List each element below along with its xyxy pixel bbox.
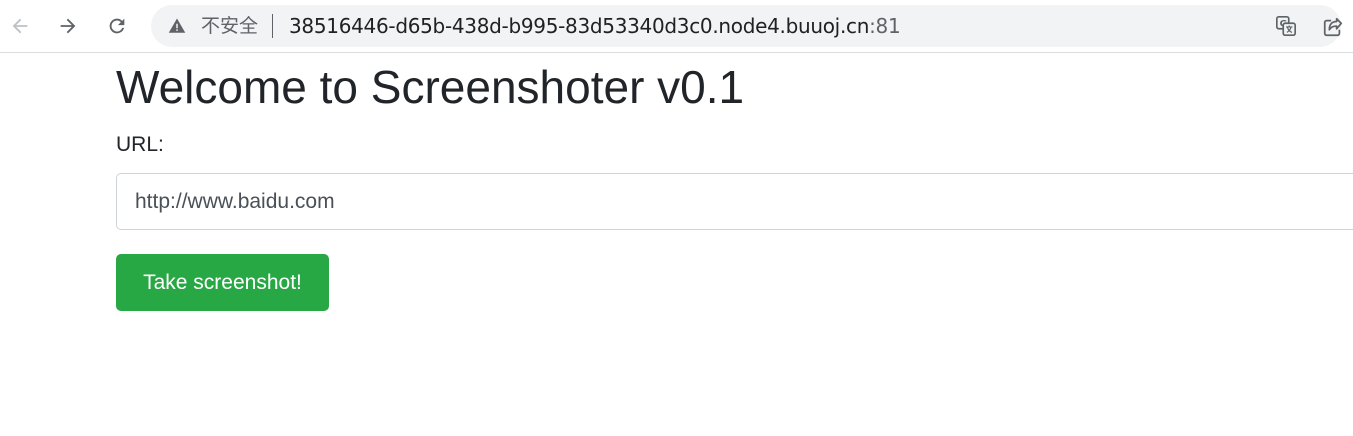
url-text[interactable]: 38516446-d65b-438d-b995-83d53340d3c0.nod… (289, 14, 901, 38)
back-button[interactable] (4, 10, 36, 42)
address-bar[interactable]: 不安全 38516446-d65b-438d-b995-83d53340d3c0… (151, 5, 1344, 47)
browser-toolbar: 不安全 38516446-d65b-438d-b995-83d53340d3c0… (0, 0, 1353, 53)
page-title: Welcome to Screenshoter v0.1 (116, 61, 745, 113)
url-label: URL: (116, 133, 164, 156)
warning-triangle-icon[interactable] (168, 17, 186, 35)
share-icon[interactable] (1322, 16, 1344, 38)
translate-icon[interactable]: G (1275, 15, 1297, 37)
url-separator (272, 14, 273, 38)
url-port: :81 (869, 14, 901, 38)
reload-button[interactable] (101, 10, 133, 42)
reload-icon (109, 18, 125, 34)
arrow-left-icon (12, 18, 28, 34)
arrow-right-icon (60, 18, 76, 34)
security-label[interactable]: 不安全 (201, 15, 258, 37)
take-screenshot-button[interactable]: Take screenshot! (116, 254, 329, 311)
url-input[interactable] (116, 173, 1353, 230)
forward-button[interactable] (52, 10, 84, 42)
url-host: 38516446-d65b-438d-b995-83d53340d3c0.nod… (289, 14, 870, 38)
